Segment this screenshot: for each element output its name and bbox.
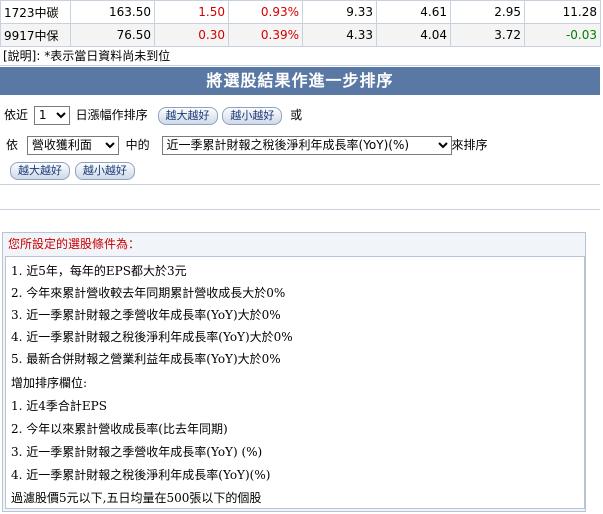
divider bbox=[0, 209, 600, 210]
conditions-title: 您所設定的選股條件為： bbox=[8, 237, 141, 251]
of-label: 中的 bbox=[125, 138, 150, 152]
stock-change: 0.30 bbox=[154, 23, 229, 47]
sort-field-item: 3. 近一季累計財報之季營收年成長率(YoY) (%) bbox=[11, 445, 263, 459]
condition-item: 3. 近一季累計財報之季營收年成長率(YoY)大於0% bbox=[11, 308, 281, 322]
sort-asc-button[interactable]: 越小越好 bbox=[222, 107, 283, 125]
stock-change-pct: 0.39% bbox=[228, 23, 303, 47]
days-select[interactable]: 1 bbox=[33, 105, 70, 125]
sort-field-item: 2. 今年以來累計營收成長率(比去年同期) bbox=[11, 422, 228, 436]
sort-asc-button[interactable]: 越小越好 bbox=[74, 162, 135, 180]
sort-section-title: 將選股結果作進一步排序 bbox=[0, 67, 600, 95]
stock-value: 9.33 bbox=[302, 0, 377, 24]
stock-change-pct: 0.93% bbox=[228, 0, 303, 24]
condition-item: 5. 最新合併財報之營業利益年成長率(YoY)大於0% bbox=[11, 352, 281, 366]
or-label: 或 bbox=[290, 108, 303, 122]
table-row: 9917中保 76.50 0.30 0.39% 4.33 4.04 3.72 -… bbox=[0, 23, 601, 47]
filter-note: 過濾股價5元以下,五日均量在500張以下的個股 bbox=[11, 491, 262, 505]
stock-price: 76.50 bbox=[70, 23, 155, 47]
field-sort-buttons: 越大越好 越小越好 bbox=[10, 159, 135, 181]
days-prefix-label: 依近 bbox=[4, 108, 29, 122]
stock-value: 4.61 bbox=[376, 0, 451, 24]
days-suffix-label: 日漲幅作排序 bbox=[75, 108, 148, 122]
table-row: 1723中碳 163.50 1.50 0.93% 9.33 4.61 2.95 … bbox=[0, 0, 601, 24]
stock-change: 1.50 bbox=[154, 0, 229, 24]
sort-fields-heading: 增加排序欄位: bbox=[11, 376, 88, 390]
stock-value: 2.95 bbox=[450, 0, 525, 24]
stock-value: 3.72 bbox=[450, 23, 525, 47]
stock-name-link[interactable]: 1723中碳 bbox=[0, 0, 71, 24]
divider bbox=[0, 184, 600, 185]
data-note: [說明]: *表示當日資料尚未到位 bbox=[0, 46, 600, 66]
condition-item: 2. 今年來累計營收較去年同期累計營收成長大於0% bbox=[11, 286, 286, 300]
stock-name-link[interactable]: 9917中保 bbox=[0, 23, 71, 47]
sort-suffix-label: 來排序 bbox=[451, 138, 488, 152]
field-select[interactable]: 近一季累計財報之稅後淨利年成長率(YoY)(%) bbox=[161, 135, 452, 155]
category-select[interactable]: 營收獲利面 bbox=[26, 135, 119, 155]
by-label: 依 bbox=[6, 138, 19, 152]
sort-field-item: 1. 近4季合計EPS bbox=[11, 399, 107, 413]
stock-value: 4.33 bbox=[302, 23, 377, 47]
sort-desc-button[interactable]: 越大越好 bbox=[157, 107, 218, 125]
sort-desc-button[interactable]: 越大越好 bbox=[10, 162, 70, 180]
sort-by-field-row: 依 營收獲利面 中的 近一季累計財報之稅後淨利年成長率(YoY)(%) 來排序 bbox=[4, 134, 488, 156]
stock-value: 4.04 bbox=[376, 23, 451, 47]
stock-value: 11.28 bbox=[524, 0, 601, 24]
sort-field-item: 4. 近一季累計財報之稅後淨利年成長率(YoY)(%) bbox=[11, 468, 271, 482]
stock-result-table: 1723中碳 163.50 1.50 0.93% 9.33 4.61 2.95 … bbox=[0, 0, 601, 47]
conditions-list: 1. 近5年，每年的EPS都大於3元 2. 今年來累計營收較去年同期累計營收成長… bbox=[5, 256, 585, 509]
condition-item: 1. 近5年，每年的EPS都大於3元 bbox=[11, 264, 187, 278]
stock-price: 163.50 bbox=[70, 0, 155, 24]
stock-value: -0.03 bbox=[524, 23, 601, 47]
condition-item: 4. 近一季累計財報之稅後淨利年成長率(YoY)大於0% bbox=[11, 330, 293, 344]
sort-by-change-row: 依近 1 日漲幅作排序 越大越好 越小越好 或 bbox=[4, 104, 302, 126]
